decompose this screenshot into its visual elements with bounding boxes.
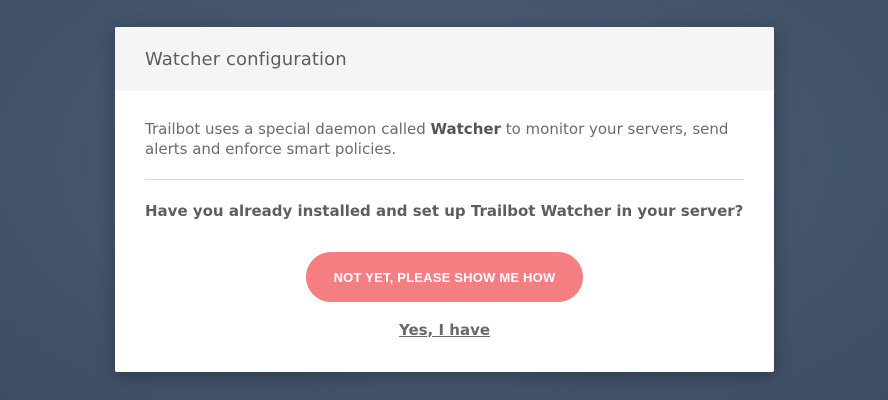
setup-question: Have you already installed and set up Tr… (145, 202, 744, 220)
dialog-title: Watcher configuration (145, 48, 347, 70)
watcher-config-dialog: Watcher configuration Trailbot uses a sp… (115, 27, 774, 372)
intro-text: Trailbot uses a special daemon called Wa… (145, 119, 744, 159)
dialog-header: Watcher configuration (115, 27, 774, 91)
divider (145, 179, 744, 180)
yes-i-have-link[interactable]: Yes, I have (115, 321, 774, 339)
intro-text-before: Trailbot uses a special daemon called (145, 120, 431, 138)
dialog-body: Trailbot uses a special daemon called Wa… (115, 91, 774, 372)
show-me-how-button[interactable]: NOT YET, PLEASE SHOW ME HOW (306, 252, 583, 302)
intro-text-bold: Watcher (430, 120, 501, 138)
